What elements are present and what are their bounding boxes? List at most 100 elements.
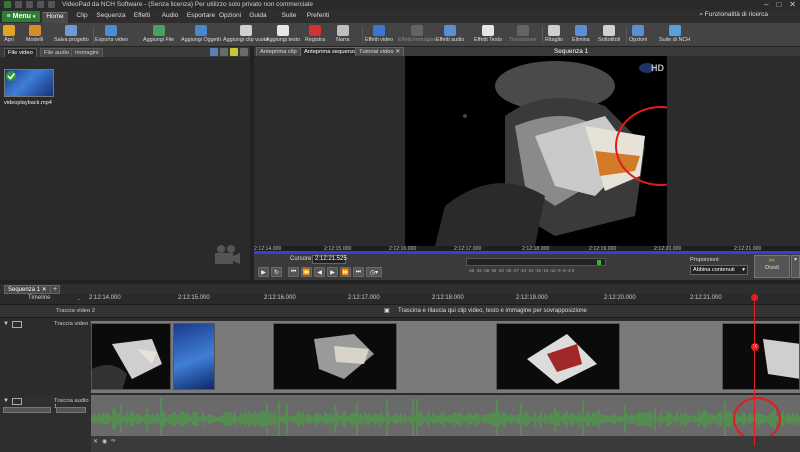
- tab-sequenza-1[interactable]: Sequenza 1 ✕: [4, 285, 51, 294]
- grid-view-icon[interactable]: [240, 48, 248, 56]
- close-icon[interactable]: ✕: [789, 0, 796, 9]
- timeline-ruler[interactable]: Timeline - 2:12:14.000 2:12:15.000 2:12:…: [0, 294, 800, 305]
- playback-controls: Cursore: 2:12:21.525 ▶ ↻ ⏮ ⏪ ◀ ▶ ⏩ ⏭ ◷▾ …: [254, 255, 800, 280]
- video-clip[interactable]: [91, 323, 171, 390]
- go-end-button[interactable]: ⏭: [353, 267, 364, 277]
- narrate-mic-button[interactable]: Narra: [336, 24, 349, 46]
- preview-ruler[interactable]: 2:12:14.000 2:12:15.000 2:12:16.000 2:12…: [254, 246, 800, 254]
- speaker-icon[interactable]: [12, 398, 22, 405]
- next-frame-button[interactable]: ⏩: [340, 267, 351, 277]
- nch-suite-button[interactable]: Suite di NCH: [659, 24, 690, 46]
- add-folder-icon[interactable]: [230, 48, 238, 56]
- preview-canvas[interactable]: HD: [254, 56, 800, 246]
- tab-home[interactable]: Home: [42, 12, 68, 23]
- tab-suite[interactable]: Suite: [280, 12, 298, 23]
- undo-icon[interactable]: [37, 1, 44, 8]
- tab-anteprima-sequenza[interactable]: Anteprima sequenza: [300, 47, 362, 56]
- solo-icon[interactable]: ◉: [102, 438, 107, 445]
- video-clip[interactable]: [496, 323, 620, 390]
- tab-tutorial-video[interactable]: Tutorial video ✕: [355, 47, 405, 56]
- go-start-button[interactable]: ⏮: [288, 267, 299, 277]
- video-effects-button[interactable]: Effetti video: [365, 24, 393, 46]
- crop-button[interactable]: Ritaglio: [545, 24, 563, 46]
- add-blank-clip-button[interactable]: Aggiungi clip vuota: [223, 24, 268, 46]
- help-search-label: Funzionalità di ricerca: [704, 11, 768, 18]
- close-tab-icon[interactable]: ✕: [395, 49, 400, 55]
- record-button[interactable]: Registra: [305, 24, 325, 46]
- tab-file-video[interactable]: File video: [4, 48, 37, 57]
- folder-open-button[interactable]: Apri: [3, 24, 15, 46]
- audio-effects-button[interactable]: Effetti audio: [436, 24, 464, 46]
- tab-immagini[interactable]: Immagini: [71, 48, 103, 57]
- menu-button[interactable]: ≡ Menu ▾: [2, 11, 40, 22]
- tab-esportare[interactable]: Esportare: [186, 12, 216, 23]
- toolbar-button-label: Narra: [336, 37, 350, 43]
- transition-button[interactable]: Transizione: [509, 24, 537, 46]
- video-clip[interactable]: [173, 323, 215, 390]
- step-forward-button[interactable]: ▶: [327, 267, 338, 277]
- track-visibility-icon[interactable]: [12, 321, 22, 328]
- templates-button[interactable]: Modelli: [26, 24, 43, 46]
- add-file-button[interactable]: Aggiungi File: [143, 24, 174, 46]
- tab-preferiti[interactable]: Preferiti: [304, 12, 332, 23]
- tab-anteprima-clip[interactable]: Anteprima clip: [256, 47, 301, 56]
- toolbar-button-label: Salva progetto: [54, 37, 89, 43]
- tab-audio[interactable]: Audio: [160, 12, 180, 23]
- video-track-strip[interactable]: ✕: [91, 321, 800, 393]
- mute-icon[interactable]: ✕: [93, 438, 98, 445]
- maximize-icon[interactable]: □: [776, 0, 781, 9]
- volume-slider[interactable]: [3, 407, 51, 413]
- loop-button[interactable]: ↻: [271, 267, 282, 277]
- export-video-button[interactable]: Esporta video: [95, 24, 128, 46]
- list-view-icon[interactable]: [220, 48, 228, 56]
- track-tools: ✕ ◉ ∞: [93, 438, 116, 445]
- toolbar-button-label: Esporta video: [95, 37, 128, 43]
- add-text-button[interactable]: Aggiungi testo: [266, 24, 300, 46]
- tab-guida[interactable]: Guida: [248, 12, 268, 23]
- tab-file-audio[interactable]: File audio: [40, 48, 74, 57]
- close-tab-icon[interactable]: ✕: [42, 287, 47, 293]
- media-bin-panel: File video File audio Immagini videoplay…: [0, 47, 250, 280]
- zoom-out-icon[interactable]: -: [78, 297, 80, 303]
- cursor-time-field[interactable]: 2:12:21.525: [312, 255, 347, 264]
- delete-bin-icon[interactable]: [210, 48, 218, 56]
- add-sequence-button[interactable]: +: [50, 285, 60, 294]
- tab-opzioni[interactable]: Opzioni: [218, 12, 242, 23]
- image-effects-button[interactable]: Effetti immagine: [398, 24, 437, 46]
- redo-icon[interactable]: [48, 1, 55, 8]
- subtitles-button[interactable]: Sottotitoli: [598, 24, 620, 46]
- video-clip[interactable]: [273, 323, 397, 390]
- quick-save-icon[interactable]: [26, 1, 33, 8]
- split-button[interactable]: ✂ Dividi: [754, 255, 790, 278]
- highlight-circle: [733, 397, 781, 441]
- step-back-button[interactable]: ◀: [314, 267, 325, 277]
- collapse-icon[interactable]: ▼: [3, 398, 9, 404]
- overlay-icon: ▣: [384, 308, 390, 314]
- proportions-select[interactable]: Abbina contenuti ▾: [690, 265, 748, 275]
- tab-clip[interactable]: Clip: [73, 12, 91, 23]
- tab-sequenza[interactable]: Sequenza: [96, 12, 126, 23]
- toolbar-button-label: Aggiungi File: [143, 37, 175, 43]
- toolbar-button-label: Apri: [4, 37, 14, 43]
- play-button[interactable]: ▶: [258, 267, 269, 277]
- link-icon[interactable]: ∞: [111, 438, 115, 445]
- timeline-scrollbar[interactable]: ✕ ◉ ∞: [91, 436, 800, 452]
- playhead[interactable]: [754, 294, 755, 446]
- quick-new-icon[interactable]: [15, 1, 22, 8]
- options-button[interactable]: Opzioni: [629, 24, 647, 46]
- add-objects-button[interactable]: Aggiungi Oggetti: [181, 24, 221, 46]
- delete-button[interactable]: Elimina: [572, 24, 590, 46]
- help-search[interactable]: ⌕ Funzionalità di ricerca: [699, 11, 768, 19]
- video-clip[interactable]: [722, 323, 800, 390]
- save-button[interactable]: Salva progetto: [54, 24, 89, 46]
- speed-button[interactable]: ◷▾: [366, 267, 382, 277]
- media-thumbnail[interactable]: [4, 69, 54, 97]
- tab-effetti[interactable]: Effetti: [131, 12, 153, 23]
- minimize-icon[interactable]: –: [764, 0, 768, 9]
- pan-slider[interactable]: [56, 407, 86, 413]
- split-marker-icon[interactable]: ✕: [751, 343, 759, 351]
- collapse-icon[interactable]: ▼: [3, 321, 9, 327]
- split-menu-button[interactable]: ▾: [791, 255, 800, 278]
- text-effects-button[interactable]: Effetti Testo: [474, 24, 502, 46]
- prev-frame-button[interactable]: ⏪: [301, 267, 312, 277]
